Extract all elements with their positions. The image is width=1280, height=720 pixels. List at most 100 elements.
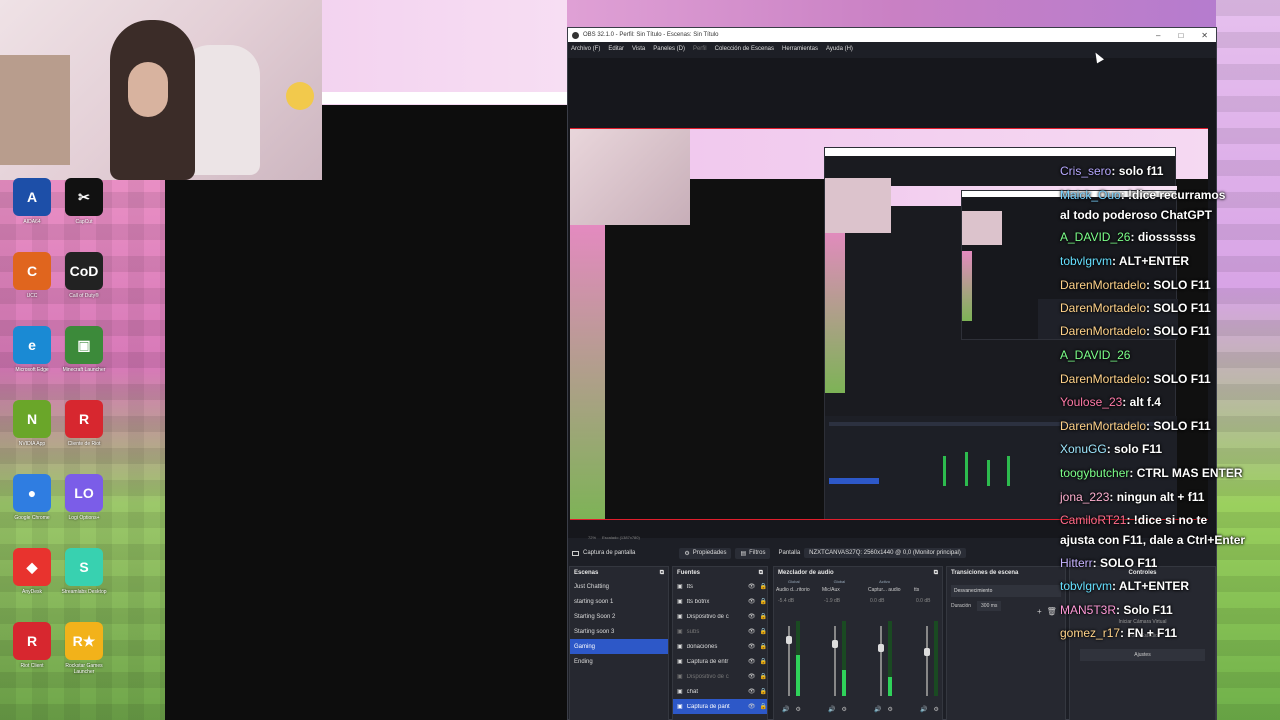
desktop-icon[interactable]: e Microsoft Edge — [6, 326, 58, 373]
desktop-icon[interactable]: C UCC — [6, 252, 58, 299]
desktop-icon[interactable]: ▣ Minecraft Launcher — [58, 326, 110, 373]
desktop-icon[interactable]: R Cliente de Riot — [58, 400, 110, 447]
scene-item[interactable]: Just Chatting — [570, 579, 668, 594]
dock-float-icon[interactable]: ⧉ — [759, 570, 763, 579]
scaling-info[interactable]: Escalado (1387x780) — [602, 535, 640, 540]
volume-fader[interactable] — [832, 626, 838, 696]
visibility-eye-icon[interactable]: 👁 — [748, 643, 756, 650]
source-type-icon: ▣ — [677, 674, 683, 680]
visibility-eye-icon[interactable]: 👁 — [748, 613, 756, 620]
desktop-icon[interactable]: N NVIDIA App — [6, 400, 58, 447]
desktop-icon[interactable]: CoD Call of Duty® — [58, 252, 110, 299]
source-item[interactable]: ▣ Captura de pant 👁 🔒 — [673, 699, 767, 714]
source-name: tts — [686, 583, 694, 590]
channel-volume-db: -5.4 dB — [778, 598, 795, 604]
scene-item[interactable]: Starting Soon 2 — [570, 609, 668, 624]
fader-knob[interactable] — [786, 636, 792, 644]
visibility-eye-icon[interactable]: 👁 — [748, 703, 756, 710]
filters-button[interactable]: ▤ Filtros — [735, 547, 771, 559]
menu-vista[interactable]: Vista — [632, 46, 645, 52]
source-item[interactable]: ▣ Captura de entr 👁 🔒 — [673, 654, 767, 669]
menu-archivo[interactable]: Archivo (F) — [571, 46, 600, 52]
scene-item[interactable]: Starting soon 3 — [570, 624, 668, 639]
source-item[interactable]: ▣ tts botrix 👁 🔒 — [673, 594, 767, 609]
visibility-eye-icon[interactable]: 👁 — [748, 583, 756, 590]
scene-item[interactable]: Gaming — [570, 639, 668, 654]
lock-icon[interactable]: 🔒 — [760, 598, 767, 605]
properties-button[interactable]: ⚙ Propiedades — [679, 547, 732, 559]
speaker-icon[interactable]: 🔊 — [828, 706, 835, 713]
lock-icon[interactable]: 🔒 — [760, 628, 767, 635]
transition-select[interactable]: Desvanecimiento — [951, 585, 1061, 597]
volume-fader[interactable] — [878, 626, 884, 696]
visibility-eye-icon[interactable]: 👁 — [748, 598, 756, 605]
desktop-icon[interactable]: ● Google Chrome — [6, 474, 58, 521]
volume-fader[interactable] — [786, 626, 792, 696]
dock-float-icon[interactable]: ⧉ — [660, 570, 664, 579]
fader-knob[interactable] — [832, 640, 838, 648]
chat-text: al todo poderoso ChatGPT — [1060, 208, 1212, 222]
chat-text: : SOLO F11 — [1092, 556, 1158, 570]
chat-text: : SOLO F11 — [1146, 278, 1211, 292]
menu-herramientas[interactable]: Herramientas — [782, 46, 818, 52]
trash-icon[interactable]: 🗑 — [1047, 607, 1057, 616]
lock-icon[interactable]: 🔒 — [760, 703, 767, 710]
close-icon[interactable]: ✕ — [1201, 31, 1208, 40]
channel-name: Audio d...ritorio — [776, 587, 810, 593]
sources-list: ▣ tts 👁 🔒 ▣ tts botrix 👁 🔒 ▣ Dispositivo de c 👁 🔒 ▣ s… — [673, 579, 767, 714]
visibility-eye-icon[interactable]: 👁 — [748, 688, 756, 695]
desktop-icon-label: Google Chrome — [14, 515, 50, 521]
source-item[interactable]: ▣ chat 👁 🔒 — [673, 684, 767, 699]
menu-paneles[interactable]: Paneles (D) — [653, 46, 685, 52]
lock-icon[interactable]: 🔒 — [760, 643, 767, 650]
visibility-eye-icon[interactable]: 👁 — [748, 628, 756, 635]
desktop-icon[interactable]: LO Logi Options+ — [58, 474, 110, 521]
menu-editar[interactable]: Editar — [608, 46, 624, 52]
gear-icon[interactable]: ⚙ — [841, 706, 846, 713]
maximize-icon[interactable]: □ — [1178, 31, 1183, 40]
chat-message: MAN5T3R: Solo F11 — [1060, 603, 1173, 617]
source-item[interactable]: ▣ Dispositivo de c 👁 🔒 — [673, 669, 767, 684]
source-item[interactable]: ▣ donaciones 👁 🔒 — [673, 639, 767, 654]
visibility-eye-icon[interactable]: 👁 — [748, 673, 756, 680]
menu-perfil[interactable]: Perfil — [693, 46, 707, 52]
fader-knob[interactable] — [878, 644, 884, 652]
lock-icon[interactable]: 🔒 — [760, 613, 767, 620]
chat-message: A_DAVID_26 — [1060, 348, 1130, 362]
gear-icon[interactable]: ⚙ — [887, 706, 892, 713]
source-item[interactable]: ▣ tts 👁 🔒 — [673, 579, 767, 594]
settings-button[interactable]: Ajustes — [1080, 649, 1205, 661]
lock-icon[interactable]: 🔒 — [760, 583, 767, 590]
lock-icon[interactable]: 🔒 — [760, 673, 767, 680]
menu-ayuda[interactable]: Ayuda (H) — [826, 46, 853, 52]
source-item[interactable]: ▣ Dispositivo de c 👁 🔒 — [673, 609, 767, 624]
gear-icon[interactable]: ⚙ — [933, 706, 938, 713]
desktop-icon[interactable]: ✂ CapCut — [58, 178, 110, 225]
desktop-icon[interactable]: R★ Rockstar Games Launcher — [58, 622, 110, 675]
dock-float-icon[interactable]: ⧉ — [934, 570, 938, 579]
lock-icon[interactable]: 🔒 — [760, 688, 767, 695]
minimize-icon[interactable]: – — [1156, 31, 1160, 40]
selected-source-name: Captura de pantalla — [583, 550, 636, 556]
source-item[interactable]: ▣ subs 👁 🔒 — [673, 624, 767, 639]
gear-icon[interactable]: ⚙ — [795, 706, 800, 713]
desktop-icon[interactable]: R Riot Client — [6, 622, 58, 669]
display-select[interactable]: NZXTCANVAS27Q: 2560x1440 @ 0,0 (Monitor … — [804, 548, 966, 558]
speaker-icon[interactable]: 🔊 — [874, 706, 881, 713]
desktop-icon[interactable]: S Streamlabs Desktop — [58, 548, 110, 595]
desktop-icon[interactable]: ◆ AnyDesk — [6, 548, 58, 595]
speaker-icon[interactable]: 🔊 — [782, 706, 789, 713]
fader-knob[interactable] — [924, 648, 930, 656]
menu-coleccion-escenas[interactable]: Colección de Escenas — [715, 46, 774, 52]
lock-icon[interactable]: 🔒 — [760, 658, 767, 665]
speaker-icon[interactable]: 🔊 — [920, 706, 927, 713]
scene-item[interactable]: Ending — [570, 654, 668, 669]
duration-input[interactable]: 300 ms — [977, 601, 1002, 611]
desktop-icon[interactable]: A AIDA64 — [6, 178, 58, 225]
visibility-eye-icon[interactable]: 👁 — [748, 658, 756, 665]
scene-item[interactable]: starting soon 1 — [570, 594, 668, 609]
plus-icon[interactable]: + — [1037, 607, 1042, 616]
obs-titlebar[interactable]: OBS 32.1.0 - Perfil: Sin Título - Escena… — [568, 28, 1216, 42]
chat-username: jona_223 — [1060, 490, 1110, 504]
volume-fader[interactable] — [924, 626, 930, 696]
